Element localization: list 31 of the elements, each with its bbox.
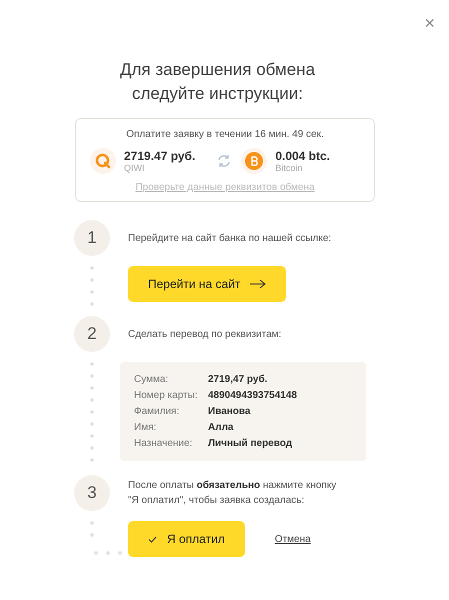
step-number: 1 xyxy=(74,220,110,256)
dialog-title: Для завершения обмена следуйте инструкции: xyxy=(118,59,316,105)
timer-text: Оплатите заявку в течении 16 мин. 49 сек. xyxy=(126,129,324,140)
arrow-right-icon xyxy=(250,279,266,289)
currency-name: QIWI xyxy=(124,163,146,173)
step-text: После оплаты обязательно нажмите кнопку "Я оплатил", чтобы заявка создалась: xyxy=(128,479,338,508)
qiwi-icon xyxy=(90,148,116,174)
detail-label: Имя: xyxy=(134,422,158,433)
step-number: 3 xyxy=(74,475,110,511)
check-icon xyxy=(148,536,157,542)
amount-text: 0.004 btc. xyxy=(275,149,330,163)
step-number: 2 xyxy=(74,316,110,352)
exchange-icon xyxy=(217,154,232,168)
cancel-link[interactable]: Отмена xyxy=(274,534,311,544)
step-text: Сделать перевод по реквизитам: xyxy=(128,328,282,342)
detail-label: Назначение: xyxy=(134,438,194,449)
detail-label: Номер карты: xyxy=(134,390,199,401)
detail-label: Фамилия: xyxy=(134,406,180,417)
step-text: Перейдите на сайт банка по нашей ссылке: xyxy=(128,232,332,246)
close-button[interactable]: × xyxy=(424,14,435,32)
currency-name: Bitcoin xyxy=(275,163,304,173)
detail-value: Личный перевод xyxy=(208,438,294,449)
paid-button[interactable]: Я оплатил xyxy=(128,521,245,557)
detail-value: 2719,47 руб. xyxy=(208,374,268,385)
bitcoin-icon xyxy=(241,148,268,174)
amount-text: 2719.47 руб. xyxy=(124,149,196,163)
detail-value: Иванова xyxy=(208,406,252,417)
detail-value: Алла xyxy=(208,422,234,433)
detail-value: 4890494393754148 xyxy=(208,390,298,401)
detail-label: Сумма: xyxy=(134,374,170,385)
go-to-site-button[interactable]: Перейти на сайт xyxy=(128,266,286,302)
